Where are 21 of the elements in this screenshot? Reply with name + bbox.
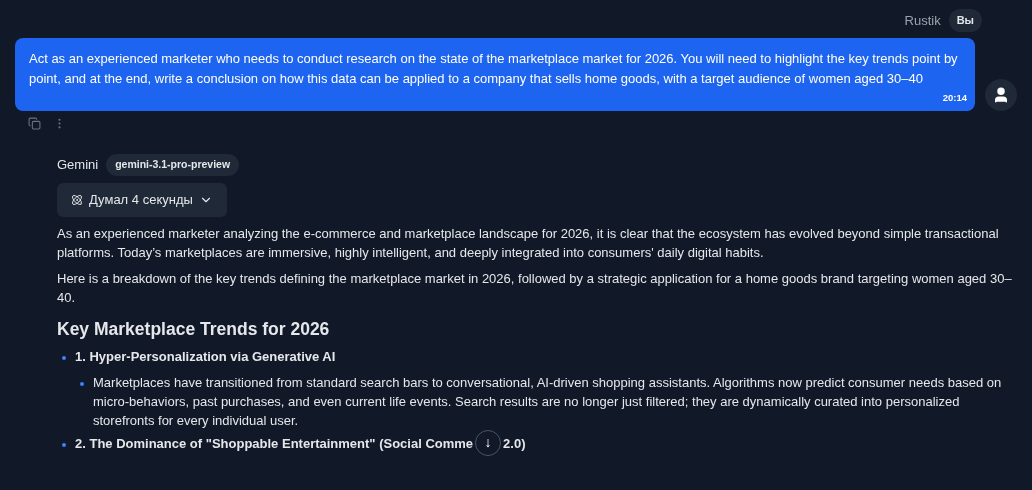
section-heading: Key Marketplace Trends for 2026 xyxy=(57,317,331,341)
copy-icon[interactable] xyxy=(28,116,41,130)
answer-paragraph: As an experienced marketer analyzing the e-commerce and marketplace landscape for 2026, it is clear that the ecosystem has evolved beyond simple transactional platforms. Today’s marketplaces are immersive, highly intelligent, and deeply integrated into consumers' daily digital habits. xyxy=(57,224,1000,262)
trend-title: 2. The Dominance of "Shoppable Entertainment" (Social Comme xyxy=(75,434,474,453)
user-name: Rustik xyxy=(904,11,941,30)
assistant-name: Gemini xyxy=(57,155,99,174)
person-icon xyxy=(992,85,1010,104)
atom-icon xyxy=(71,193,83,206)
message-time: 20:14 xyxy=(942,90,967,105)
scroll-down-button[interactable]: ↓ xyxy=(475,429,502,456)
trend-title: 1. Hyper-Personalization via Generative AI xyxy=(75,347,336,366)
user-badge: Вы xyxy=(948,9,982,32)
bullet-icon xyxy=(62,442,66,447)
trend-title: 2.0) xyxy=(503,434,526,453)
user-message-text: Act as an experienced marketer who needs to conduct research on the state of the marketplace market for 2026. You will need to highlight the key trends point by point, and at the end, write a conclusion on how this data can be applied to a company that sells home goods, with a target audience of women aged 30–40 xyxy=(29,49,959,88)
bullet-icon xyxy=(62,355,66,360)
thinking-toggle[interactable]: Думал 4 секунды xyxy=(57,182,227,217)
model-badge: gemini-3.1-pro-preview xyxy=(106,153,240,176)
trend-point: Marketplaces have transitioned from standard search bars to conversational, AI-driven shopping assistants. Algorithms now predict consumer needs based on micro-behaviors, past purchases, and even current life events. Search results are no longer just filtered; they are dynamically curated into personalized storefronts for every individual user. xyxy=(93,373,1003,430)
answer-paragraph: Here is a breakdown of the key trends defining the marketplace market in 2026, followed by a strategic application for a home goods brand targeting women aged 30–40. xyxy=(57,269,1013,307)
bullet-icon xyxy=(80,381,84,386)
